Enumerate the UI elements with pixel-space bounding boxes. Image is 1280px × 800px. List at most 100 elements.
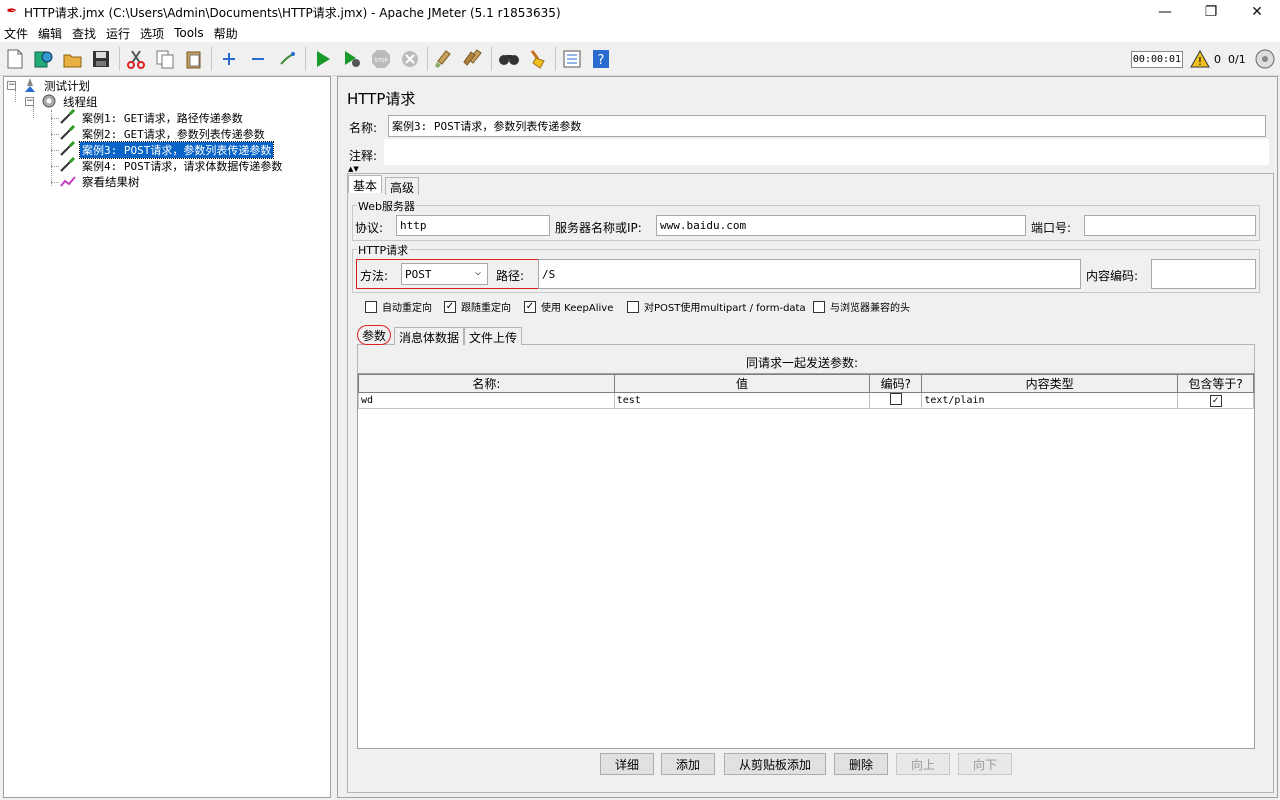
add-button[interactable]: 添加 (661, 753, 715, 775)
tree-collapse-toggle[interactable]: − (25, 97, 34, 106)
delete-button[interactable]: 删除 (834, 753, 888, 775)
method-select[interactable]: POST ⌵ (401, 263, 488, 285)
content-encoding-field[interactable] (1151, 259, 1256, 289)
minimize-button[interactable]: — (1142, 0, 1188, 24)
results-tree-chart-icon (59, 173, 77, 192)
search-icon[interactable] (498, 48, 520, 70)
subtab-body-data[interactable]: 消息体数据 (394, 327, 465, 345)
tree-node-sampler-2[interactable]: 案例2: GET请求，参数列表传递参数 (59, 124, 267, 142)
menu-options[interactable]: 选项 (140, 25, 164, 42)
tree-node-sampler-1[interactable]: 案例1: GET请求，路径传递参数 (59, 108, 245, 126)
checkbox[interactable] (813, 300, 825, 313)
maximize-button[interactable]: ❐ (1188, 0, 1234, 24)
open-icon[interactable] (62, 48, 84, 70)
menu-search[interactable]: 查找 (72, 25, 96, 42)
warning-icon[interactable]: ! (1189, 48, 1211, 70)
tab-advanced[interactable]: 高级 (385, 177, 420, 195)
close-button[interactable]: ✕ (1234, 0, 1280, 24)
cut-icon[interactable] (125, 48, 147, 70)
server-label: 服务器名称或IP: (555, 221, 642, 235)
subtab-files-upload[interactable]: 文件上传 (464, 327, 523, 345)
tree-node-listener[interactable]: 察看结果树 (59, 174, 142, 190)
option-auto-redirect[interactable]: 自动重定向 (365, 299, 432, 314)
checkbox-checked[interactable]: ✓ (524, 300, 536, 313)
param-encode-cell[interactable] (869, 392, 923, 409)
expand-icon[interactable] (218, 48, 240, 70)
panel-title: HTTP请求 (347, 90, 416, 108)
toolbar: STOP ? 00:00:01 ! 0 0/1 (0, 42, 1280, 76)
param-value-cell[interactable]: test (613, 392, 871, 409)
path-field[interactable]: /S (538, 259, 1081, 289)
param-content-type-cell[interactable]: text/plain (921, 392, 1179, 409)
status-icon (1254, 48, 1276, 70)
tree-node-label: 案例3: POST请求，参数列表传递参数 (78, 141, 275, 159)
col-header-encode[interactable]: 编码? (869, 374, 923, 393)
reset-search-icon[interactable] (527, 48, 549, 70)
clear-icon[interactable] (433, 48, 455, 70)
option-label: 对POST使用multipart / form-data (644, 303, 806, 314)
clear-all-icon[interactable] (462, 48, 484, 70)
col-header-content-type[interactable]: 内容类型 (921, 374, 1179, 393)
move-down-button[interactable]: 向下 (958, 753, 1012, 775)
name-field[interactable]: 案例3: POST请求，参数列表传递参数 (388, 115, 1266, 137)
shutdown-icon[interactable] (399, 48, 421, 70)
save-icon[interactable] (90, 48, 112, 70)
menu-file[interactable]: 文件 (4, 25, 28, 42)
option-browser-headers[interactable]: 与浏览器兼容的头 (813, 299, 910, 314)
option-keepalive[interactable]: ✓ 使用 KeepAlive (524, 299, 613, 314)
tree-node-sampler-3[interactable]: 案例3: POST请求，参数列表传递参数 (59, 140, 275, 159)
detail-button[interactable]: 详细 (600, 753, 654, 775)
menu-help[interactable]: 帮助 (214, 25, 238, 42)
tab-basic[interactable]: 基本 (348, 175, 383, 193)
menu-run[interactable]: 运行 (106, 25, 130, 42)
tree-collapse-toggle[interactable]: − (7, 81, 16, 90)
svg-text:!: ! (1198, 55, 1202, 68)
path-label: 路径: (496, 269, 525, 283)
menu-edit[interactable]: 编辑 (38, 25, 62, 42)
content-encoding-label: 内容编码: (1086, 269, 1139, 283)
param-include-equals-cell[interactable]: ✓ (1177, 392, 1254, 409)
paste-icon[interactable] (183, 48, 205, 70)
elapsed-timer: 00:00:01 (1131, 51, 1183, 68)
new-icon[interactable] (4, 48, 26, 70)
col-header-include-equals[interactable]: 包含等于? (1177, 374, 1254, 393)
parameters-tab-highlight (357, 325, 391, 345)
collapse-icon[interactable] (247, 48, 269, 70)
test-plan-tree: − 测试计划 − 线程组 案例1: GET请求，路径传递参数 案例2: GET请… (3, 76, 331, 798)
checkbox-checked[interactable]: ✓ (1209, 394, 1222, 407)
tree-node-sampler-4[interactable]: 案例4: POST请求，请求体数据传递参数 (59, 156, 284, 174)
comment-field[interactable] (384, 139, 1269, 165)
add-from-clipboard-button[interactable]: 从剪贴板添加 (724, 753, 826, 775)
chevron-down-icon: ⌵ (474, 267, 481, 278)
checkbox[interactable] (365, 300, 377, 313)
table-row[interactable]: wd test text/plain ✓ (358, 392, 1254, 409)
help-icon[interactable]: ? (590, 48, 612, 70)
method-label: 方法: (360, 269, 389, 283)
copy-icon[interactable] (154, 48, 176, 70)
menu-bar: 文件 编辑 查找 运行 选项 Tools 帮助 (0, 24, 1280, 42)
start-icon[interactable] (312, 48, 334, 70)
templates-icon[interactable] (32, 48, 54, 70)
protocol-field[interactable]: http (396, 215, 550, 236)
col-header-name[interactable]: 名称: (358, 374, 615, 393)
tree-node-label: 案例2: GET请求，参数列表传递参数 (82, 128, 265, 141)
checkbox-checked[interactable]: ✓ (444, 300, 456, 313)
option-multipart[interactable]: 对POST使用multipart / form-data (627, 299, 806, 314)
warning-count: 0 (1214, 53, 1221, 66)
menu-tools[interactable]: Tools (174, 26, 204, 40)
toggle-icon[interactable] (276, 48, 298, 70)
col-header-value[interactable]: 值 (613, 374, 871, 393)
port-field[interactable] (1084, 215, 1256, 236)
option-follow-redirects[interactable]: ✓ 跟随重定向 (444, 299, 511, 314)
active-threads: 0/1 (1228, 53, 1246, 66)
checkbox[interactable] (627, 300, 639, 313)
option-label: 自动重定向 (382, 303, 432, 314)
function-helper-icon[interactable] (561, 48, 583, 70)
start-no-pause-icon[interactable] (341, 48, 363, 70)
collapse-arrows-icon[interactable]: ▲▼ (348, 166, 359, 173)
param-name-cell[interactable]: wd (358, 392, 615, 409)
move-up-button[interactable]: 向上 (896, 753, 950, 775)
stop-icon[interactable]: STOP (370, 48, 392, 70)
checkbox[interactable] (889, 393, 902, 405)
server-field[interactable]: www.baidu.com (656, 215, 1026, 236)
